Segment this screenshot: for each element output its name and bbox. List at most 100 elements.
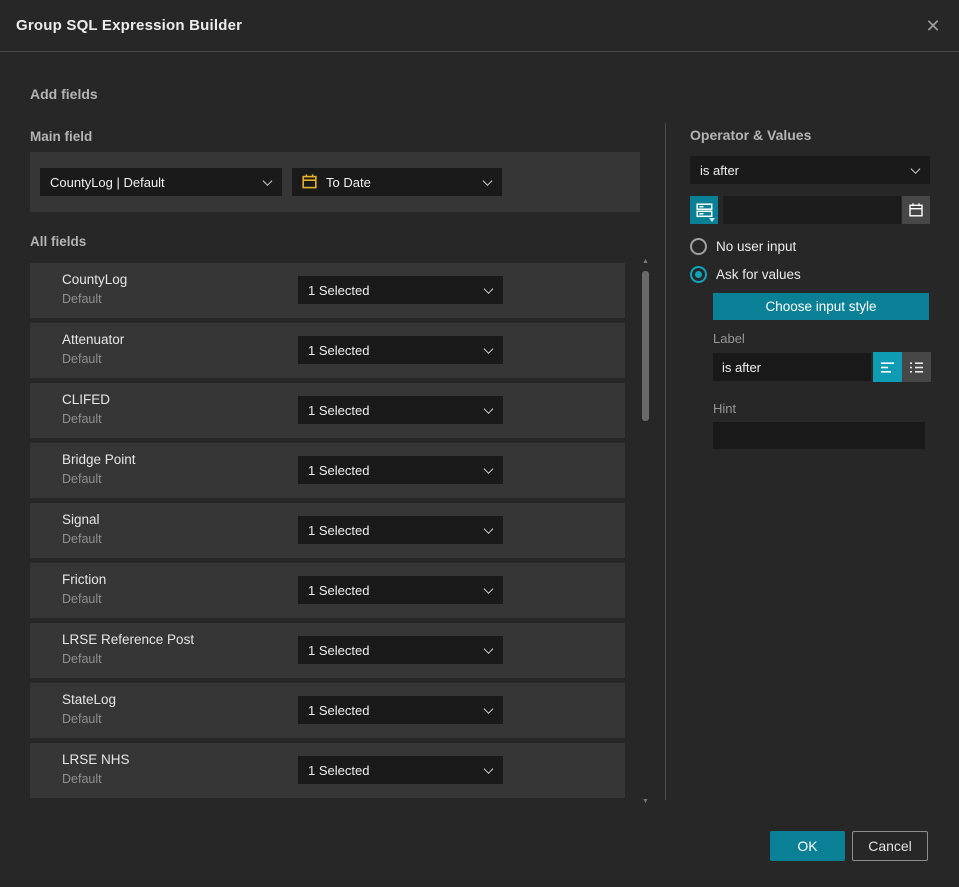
calendar-icon	[909, 203, 923, 217]
field-name: Bridge Point	[62, 452, 136, 467]
field-selected-dropdown[interactable]: 1 Selected	[298, 336, 503, 364]
chevron-down-icon	[262, 176, 273, 186]
field-selected-dropdown[interactable]: 1 Selected	[298, 756, 503, 784]
chevron-down-icon	[483, 704, 494, 714]
field-selected-dropdown[interactable]: 1 Selected	[298, 636, 503, 664]
field-row: Signal Default 1 Selected	[30, 503, 625, 558]
field-selected-value: 1 Selected	[308, 522, 370, 538]
chevron-down-icon	[483, 464, 494, 474]
field-name: Signal	[62, 512, 100, 527]
group-sql-expression-builder-dialog: Group SQL Expression Builder ✕ Add field…	[0, 0, 959, 887]
vertical-scrollbar[interactable]: ▲ ▼	[640, 258, 651, 806]
field-selected-value: 1 Selected	[308, 762, 370, 778]
field-selected-value: 1 Selected	[308, 642, 370, 658]
chevron-down-icon	[483, 284, 494, 294]
hint-input[interactable]	[713, 422, 925, 449]
field-selected-dropdown[interactable]: 1 Selected	[298, 576, 503, 604]
ok-button[interactable]: OK	[770, 831, 845, 861]
operator-values-panel: Operator & Values is after No user input…	[690, 127, 931, 449]
field-selected-dropdown[interactable]: 1 Selected	[298, 396, 503, 424]
field-subtitle: Default	[62, 652, 102, 666]
radio-label: No user input	[716, 239, 797, 254]
choose-input-style-button[interactable]: Choose input style	[713, 293, 929, 320]
field-subtitle: Default	[62, 532, 102, 546]
field-subtitle: Default	[62, 412, 102, 426]
scroll-down-icon[interactable]: ▼	[640, 798, 651, 806]
field-selected-dropdown[interactable]: 1 Selected	[298, 516, 503, 544]
field-selected-value: 1 Selected	[308, 402, 370, 418]
field-selected-value: 1 Selected	[308, 282, 370, 298]
field-row: CountyLog Default 1 Selected	[30, 263, 625, 318]
all-fields-heading: All fields	[30, 234, 87, 249]
input-style-toggle-group	[873, 352, 931, 382]
cancel-button[interactable]: Cancel	[852, 831, 928, 861]
value-input[interactable]	[723, 196, 901, 224]
label-input[interactable]	[713, 353, 871, 381]
field-row: StateLog Default 1 Selected	[30, 683, 625, 738]
field-subtitle: Default	[62, 472, 102, 486]
single-line-style-button[interactable]	[873, 352, 902, 382]
field-selected-dropdown[interactable]: 1 Selected	[298, 696, 503, 724]
chevron-down-icon	[910, 164, 921, 174]
scrollbar-thumb[interactable]	[642, 271, 649, 421]
field-selected-value: 1 Selected	[308, 582, 370, 598]
chevron-down-icon	[483, 404, 494, 414]
list-style-button[interactable]	[902, 352, 931, 382]
chevron-down-icon	[483, 644, 494, 654]
align-left-icon	[881, 361, 894, 373]
chevron-down-icon	[483, 584, 494, 594]
dialog-title: Group SQL Expression Builder	[16, 17, 243, 34]
field-row: Friction Default 1 Selected	[30, 563, 625, 618]
field-selected-value: 1 Selected	[308, 702, 370, 718]
value-input-row	[690, 196, 930, 224]
radio-label: Ask for values	[716, 267, 801, 282]
field-subtitle: Default	[62, 712, 102, 726]
field-name: CLIFED	[62, 392, 111, 407]
field-name: Attenuator	[62, 332, 125, 347]
radio-ask-for-values[interactable]: Ask for values	[690, 266, 930, 283]
field-selected-value: 1 Selected	[308, 342, 370, 358]
all-fields-list: CountyLog Default 1 Selected Attenuator …	[30, 263, 625, 803]
date-type-select-value: To Date	[326, 174, 371, 190]
date-picker-button[interactable]	[902, 196, 930, 224]
value-list-picker-button[interactable]	[690, 196, 718, 224]
field-selected-value: 1 Selected	[308, 462, 370, 478]
field-row: Bridge Point Default 1 Selected	[30, 443, 625, 498]
field-subtitle: Default	[62, 592, 102, 606]
chevron-down-icon	[482, 176, 493, 186]
field-subtitle: Default	[62, 292, 102, 306]
scroll-up-icon[interactable]: ▲	[640, 258, 651, 266]
field-name: LRSE NHS	[62, 752, 130, 767]
main-field-select-value: CountyLog | Default	[50, 174, 165, 190]
operator-select[interactable]: is after	[690, 156, 930, 184]
field-name: LRSE Reference Post	[62, 632, 195, 647]
field-subtitle: Default	[62, 352, 102, 366]
field-row: Attenuator Default 1 Selected	[30, 323, 625, 378]
field-name: CountyLog	[62, 272, 128, 287]
calendar-icon	[301, 173, 318, 190]
panel-divider	[665, 123, 666, 800]
field-subtitle: Default	[62, 772, 102, 786]
hint-field-label: Hint	[713, 401, 737, 416]
radio-no-user-input[interactable]: No user input	[690, 238, 930, 255]
mini-caret-icon	[709, 218, 715, 222]
field-row: LRSE NHS Default 1 Selected	[30, 743, 625, 798]
field-selected-dropdown[interactable]: 1 Selected	[298, 276, 503, 304]
stacked-values-icon	[695, 202, 712, 217]
date-type-select[interactable]: To Date	[292, 168, 502, 196]
main-field-heading: Main field	[30, 129, 93, 144]
bulleted-list-icon	[910, 361, 923, 373]
field-row: CLIFED Default 1 Selected	[30, 383, 625, 438]
field-name: Friction	[62, 572, 107, 587]
field-name: StateLog	[62, 692, 117, 707]
operator-values-heading: Operator & Values	[690, 127, 812, 143]
chevron-down-icon	[483, 524, 494, 534]
operator-select-value: is after	[700, 162, 740, 178]
label-field-label: Label	[713, 331, 745, 346]
main-field-select[interactable]: CountyLog | Default	[40, 168, 282, 196]
add-fields-heading: Add fields	[30, 86, 98, 102]
main-field-panel: CountyLog | Default To Date	[30, 152, 640, 212]
close-icon[interactable]: ✕	[921, 14, 945, 38]
field-selected-dropdown[interactable]: 1 Selected	[298, 456, 503, 484]
dialog-titlebar: Group SQL Expression Builder ✕	[0, 0, 959, 52]
